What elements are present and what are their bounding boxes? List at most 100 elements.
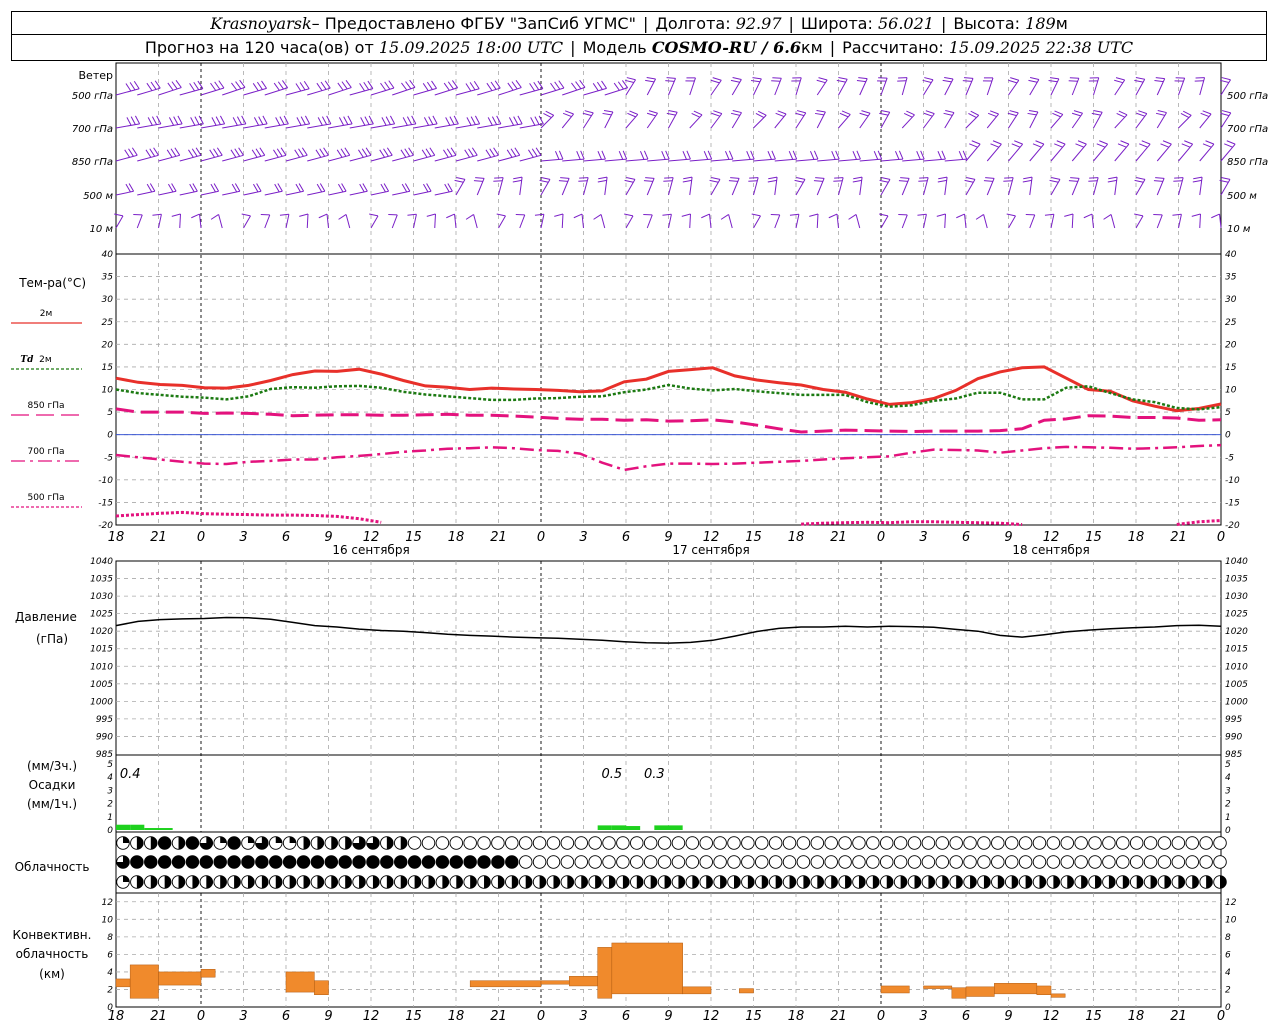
wind-barb-500hpa-flag	[507, 82, 514, 91]
wind-barb-500hpa-flag	[732, 77, 742, 80]
convective-cloud-bar	[469, 980, 542, 988]
pressure-tick-right: 1040	[1225, 557, 1248, 567]
precip-tick-left: 3	[107, 786, 113, 796]
wind-barb-700hpa-flag	[275, 117, 281, 126]
cloud-symbol	[699, 836, 713, 850]
wind-barb-850hpa-flag	[1096, 143, 1106, 148]
wind-barb-10m-flag	[299, 213, 309, 217]
wind-barb-850hpa-flag	[661, 150, 666, 160]
cloud-fill-half	[678, 875, 685, 889]
cloud-fill-half	[1206, 875, 1213, 889]
wind-barb-700hpa	[264, 123, 289, 129]
cloud-symbol	[741, 855, 755, 869]
cloud-fill-full	[255, 855, 269, 869]
precip-ylabel-1h: (мм/1ч.)	[27, 797, 77, 811]
wind-barb-850hpa-flag	[937, 150, 942, 160]
wind-barb-500hpa-flag	[511, 81, 518, 90]
wind-barb-700hpa	[753, 114, 767, 129]
legend-td-label: Td 2м	[20, 355, 51, 365]
wind-barb-500hpa-flag	[529, 83, 535, 92]
wind-barb-10m-flag	[534, 213, 544, 216]
wind-barb-500m-flag	[645, 177, 655, 179]
wind-barb-10m-flag	[338, 214, 347, 220]
wind-barb-850hpa-flag	[1224, 143, 1233, 148]
wind-barb-10m	[944, 213, 946, 229]
wind-barb-850hpa-flag	[294, 149, 301, 158]
wind-barb-850hpa-flag	[514, 147, 521, 156]
wind-barb-850hpa-flag	[941, 150, 946, 160]
wind-barb-500hpa-flag	[1221, 77, 1231, 81]
cloud-fill-half	[150, 836, 158, 850]
wind-barb-500m-flag	[881, 177, 891, 180]
wind-barb-700hpa-flag	[713, 110, 722, 115]
wind-barb-500hpa-flag	[1029, 77, 1039, 80]
wind-barb-500hpa-flag	[171, 81, 178, 90]
wind-barb-500hpa-flag	[469, 82, 476, 91]
wind-barb-850hpa-flag	[400, 149, 407, 158]
cloud-fill-half	[539, 875, 546, 889]
wind-barb-10m	[136, 214, 143, 229]
wind-barb-500m	[1008, 177, 1014, 196]
cloud-fill-half	[747, 875, 755, 889]
wind-barb-500hpa-flag	[490, 81, 497, 90]
wind-barb-700hpa-flag	[1157, 110, 1167, 114]
wind-barb-500m	[923, 177, 929, 196]
convective-cloud-bar	[951, 987, 967, 999]
wind-barb-700hpa-flag	[841, 110, 851, 115]
wind-barb-500hpa-flag	[858, 77, 868, 80]
wind-barb-500hpa-flag	[447, 81, 454, 90]
wind-barb-850hpa-flag	[506, 149, 513, 158]
wind-barb-850hpa	[200, 154, 223, 162]
wind-barb-850hpa-flag	[145, 149, 152, 158]
cloud-symbol	[879, 836, 894, 850]
cloud-symbol	[518, 855, 533, 869]
wind-barb-850hpa	[562, 158, 585, 162]
wind-barb-500hpa-flag	[320, 81, 327, 90]
wind-barb-10m-flag	[751, 213, 761, 217]
temp-tick-right: 25	[1225, 318, 1237, 328]
precip-tick-right: 5	[1225, 760, 1231, 770]
pressure-tick-right: 1025	[1225, 610, 1248, 620]
wind-barb-500m	[1199, 177, 1203, 196]
wind-barb-500hpa-flag	[277, 81, 284, 90]
cloud-fill-half	[914, 875, 921, 889]
time-tick-lower: 6	[622, 1009, 630, 1024]
wind-barb-10m-flag	[956, 213, 965, 219]
wind-barb-850hpa-flag	[188, 149, 194, 158]
wind-barb-10m	[434, 213, 436, 229]
wind-barb-500hpa	[307, 87, 331, 96]
wind-barb-700hpa	[307, 123, 331, 129]
wind-barb-850hpa	[689, 158, 712, 162]
wind-barb-10m	[306, 213, 309, 229]
wind-barb-850hpa-flag	[464, 149, 471, 158]
cloud-fill-full	[227, 855, 241, 869]
wind-barb-500hpa-flag	[133, 80, 140, 90]
cloud-symbol	[1032, 836, 1047, 850]
time-tick-lower: 15	[405, 1009, 422, 1024]
wind-barb-10m-flag	[720, 214, 729, 220]
wind-barb-850hpa-flag	[493, 147, 499, 156]
wind-barb-700hpa-flag	[1007, 112, 1017, 117]
cloud-symbol	[574, 855, 588, 869]
wind-barb-850hpa-flag	[471, 147, 478, 156]
wind-barb-500hpa-flag	[571, 82, 578, 91]
wind-barb-500hpa-flag	[494, 80, 501, 89]
cloud-symbol	[866, 836, 880, 850]
wind-barb-700hpa	[1135, 113, 1148, 129]
wind-barb-700hpa-flag	[534, 116, 540, 125]
cloud-fill-half	[331, 875, 338, 889]
cloud-fill-half	[775, 875, 782, 889]
wind-barb-700hpa-flag	[1118, 110, 1128, 116]
wind-barb-700hpa	[1199, 113, 1212, 129]
wind-barb-850hpa-flag	[771, 150, 776, 160]
cloud-fill-full	[477, 855, 491, 869]
time-tick-lower: 3	[919, 1009, 927, 1024]
wind-barb-500hpa-flag	[167, 82, 174, 91]
cloud-symbol	[588, 855, 602, 869]
cloud-symbol	[1129, 836, 1144, 850]
wind-barb-500m-flag	[966, 177, 976, 180]
cloud-fill-half	[609, 875, 616, 889]
wind-barb-500m-flag	[539, 179, 549, 183]
wind-barb-10m	[115, 215, 124, 229]
temp-tick-right: -15	[1225, 498, 1240, 508]
